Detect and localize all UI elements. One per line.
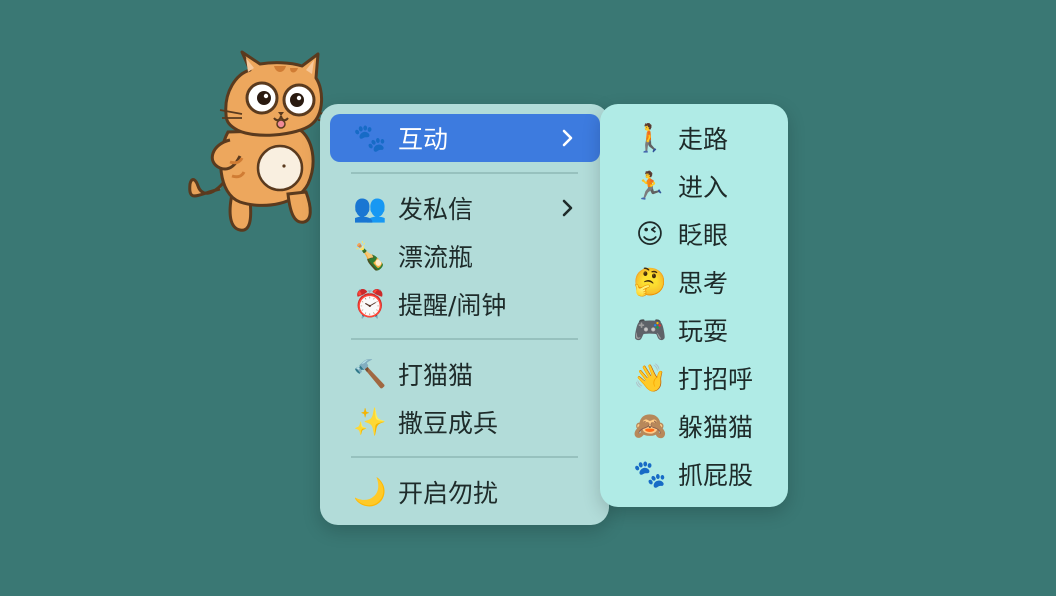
menu-item-label: 打猫猫 <box>398 361 474 390</box>
chevron-right-icon <box>562 199 573 217</box>
menu-item-do-not-disturb[interactable]: 🌙 开启勿扰 <box>330 468 600 516</box>
wave-icon: 👋 <box>633 362 667 394</box>
submenu-item-scratch-butt[interactable]: 🐾 抓屁股 <box>610 450 778 498</box>
sparkles-icon: ✨ <box>353 406 387 438</box>
menu-item-private-message[interactable]: 👥 发私信 <box>330 184 600 232</box>
menu-item-label: 互动 <box>398 125 449 154</box>
alarm-clock-icon: ⏰ <box>353 288 387 320</box>
submenu-item-label: 眨眼 <box>678 221 729 250</box>
thinking-icon: 🤔 <box>633 266 667 298</box>
walking-icon: 🚶 <box>633 122 667 154</box>
menu-item-drift-bottle[interactable]: 🍾 漂流瓶 <box>330 232 600 280</box>
gamepad-icon: 🎮 <box>633 314 667 346</box>
context-menu: 🐾 互动 👥 发私信 🍾 漂流瓶 ⏰ 提醒/闹钟 🔨 打猫猫 ✨ 撒豆成兵 🌙 … <box>320 104 609 525</box>
submenu-item-label: 走路 <box>678 125 729 154</box>
submenu-item-greet[interactable]: 👋 打招呼 <box>610 354 778 402</box>
chevron-right-icon <box>562 129 573 147</box>
paw-icon: 🐾 <box>353 122 387 154</box>
submenu-item-hide-and-seek[interactable]: 🙈 躲猫猫 <box>610 402 778 450</box>
running-icon: 🏃 <box>633 170 667 202</box>
moon-icon: 🌙 <box>353 476 387 508</box>
people-icon: 👥 <box>353 192 387 224</box>
submenu-item-label: 抓屁股 <box>678 461 754 490</box>
submenu-item-label: 思考 <box>678 269 729 298</box>
bottle-icon: 🍾 <box>353 240 387 272</box>
menu-item-label: 漂流瓶 <box>398 243 474 272</box>
submenu-item-think[interactable]: 🤔 思考 <box>610 258 778 306</box>
paw-icon: 🐾 <box>633 458 667 490</box>
menu-item-interact[interactable]: 🐾 互动 <box>330 114 600 162</box>
menu-item-label: 提醒/闹钟 <box>398 291 507 320</box>
menu-separator <box>351 172 578 174</box>
submenu-item-walk[interactable]: 🚶 走路 <box>610 114 778 162</box>
menu-separator <box>351 338 578 340</box>
menu-item-summon-soldiers[interactable]: ✨ 撒豆成兵 <box>330 398 600 446</box>
submenu-item-play[interactable]: 🎮 玩耍 <box>610 306 778 354</box>
menu-item-reminder-alarm[interactable]: ⏰ 提醒/闹钟 <box>330 280 600 328</box>
interact-submenu: 🚶 走路 🏃 进入 😉 眨眼 🤔 思考 🎮 玩耍 👋 打招呼 🙈 躲猫猫 🐾 抓… <box>600 104 788 507</box>
hammer-icon: 🔨 <box>353 358 387 390</box>
see-no-evil-monkey-icon: 🙈 <box>633 410 667 442</box>
menu-separator <box>351 456 578 458</box>
submenu-item-label: 打招呼 <box>678 365 754 394</box>
submenu-item-label: 进入 <box>678 173 729 202</box>
menu-item-label: 开启勿扰 <box>398 479 499 508</box>
menu-item-hit-cat[interactable]: 🔨 打猫猫 <box>330 350 600 398</box>
submenu-item-label: 躲猫猫 <box>678 413 754 442</box>
submenu-item-enter[interactable]: 🏃 进入 <box>610 162 778 210</box>
submenu-item-label: 玩耍 <box>678 317 729 346</box>
menu-item-label: 撒豆成兵 <box>398 409 499 438</box>
menu-item-label: 发私信 <box>398 195 474 224</box>
cat-mascot <box>188 50 330 232</box>
wink-icon: 😉 <box>635 218 665 250</box>
submenu-item-wink[interactable]: 😉 眨眼 <box>610 210 778 258</box>
